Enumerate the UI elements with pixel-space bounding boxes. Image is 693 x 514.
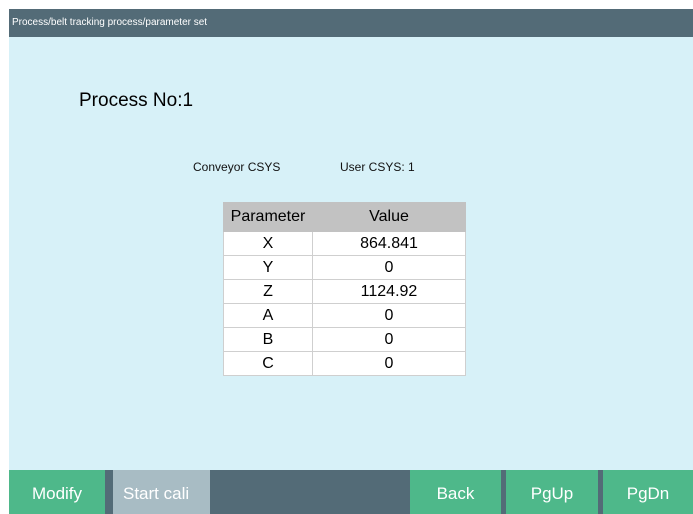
param-name-cell: Y bbox=[223, 255, 313, 280]
table-row[interactable]: X 864.841 bbox=[223, 231, 466, 256]
main-content: Process No:1 Conveyor CSYS User CSYS: 1 … bbox=[9, 37, 693, 470]
table-row[interactable]: Y 0 bbox=[223, 255, 466, 280]
param-name-cell: Z bbox=[223, 279, 313, 304]
table-row[interactable]: C 0 bbox=[223, 351, 466, 376]
param-value-cell[interactable]: 1124.92 bbox=[312, 279, 466, 304]
column-header-value: Value bbox=[312, 202, 466, 232]
modify-button[interactable]: Modify bbox=[9, 470, 105, 514]
table-row[interactable]: B 0 bbox=[223, 327, 466, 352]
parameter-table: Parameter Value X 864.841 Y 0 Z 1124.92 … bbox=[223, 202, 466, 376]
param-value-cell[interactable]: 0 bbox=[312, 327, 466, 352]
page-title: Process/belt tracking process/parameter … bbox=[12, 17, 208, 28]
start-calibration-button[interactable]: Start cali bbox=[113, 470, 210, 514]
column-header-parameter: Parameter bbox=[223, 202, 313, 232]
param-value-cell[interactable]: 0 bbox=[312, 255, 466, 280]
param-name-cell: X bbox=[223, 231, 313, 256]
param-value-cell[interactable]: 864.841 bbox=[312, 231, 466, 256]
table-row[interactable]: Z 1124.92 bbox=[223, 279, 466, 304]
param-name-cell: B bbox=[223, 327, 313, 352]
param-value-cell[interactable]: 0 bbox=[312, 351, 466, 376]
page-down-button[interactable]: PgDn bbox=[603, 470, 693, 514]
back-button[interactable]: Back bbox=[410, 470, 501, 514]
bottom-toolbar: Modify Start cali Back PgUp PgDn bbox=[9, 470, 693, 514]
table-row[interactable]: A 0 bbox=[223, 303, 466, 328]
table-header-row: Parameter Value bbox=[223, 202, 466, 232]
param-value-cell[interactable]: 0 bbox=[312, 303, 466, 328]
process-number-label: Process No:1 bbox=[79, 90, 194, 111]
param-name-cell: A bbox=[223, 303, 313, 328]
title-bar: Process/belt tracking process/parameter … bbox=[9, 9, 693, 37]
param-name-cell: C bbox=[223, 351, 313, 376]
conveyor-csys-label: Conveyor CSYS bbox=[193, 160, 281, 174]
page-up-button[interactable]: PgUp bbox=[506, 470, 598, 514]
user-csys-label: User CSYS: 1 bbox=[340, 160, 415, 174]
